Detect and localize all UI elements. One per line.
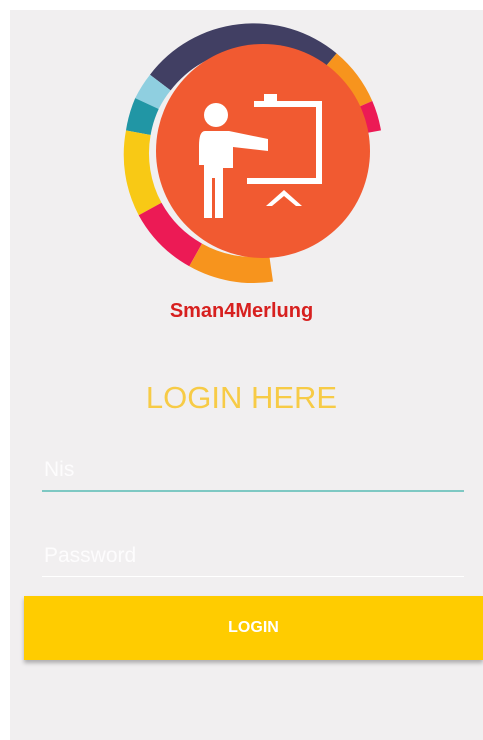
login-heading: LOGIN HERE	[145, 380, 338, 415]
password-input[interactable]	[42, 536, 464, 577]
app-title: Sman4Merlung	[169, 300, 314, 322]
app-logo	[118, 18, 388, 288]
nis-input[interactable]	[42, 450, 464, 492]
login-screen: Sman4Merlung LOGIN HERE LOGIN	[10, 10, 483, 740]
logo-graphic	[123, 23, 381, 284]
logo-center-circle	[156, 44, 370, 258]
logo-ring-yellow	[123, 130, 162, 216]
login-button[interactable]: LOGIN	[24, 596, 483, 660]
